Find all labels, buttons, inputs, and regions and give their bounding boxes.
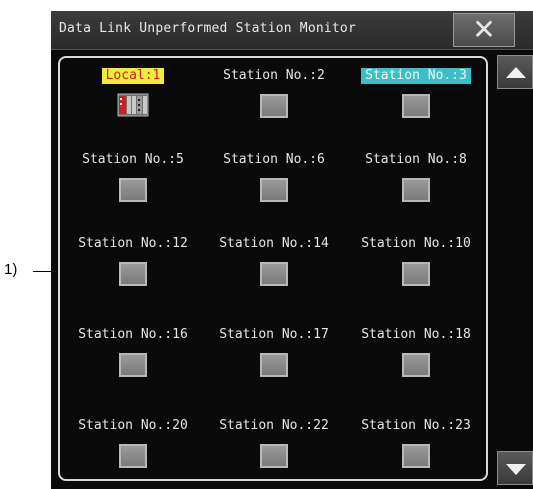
station-cell-20[interactable]: Station No.:20 bbox=[63, 414, 203, 468]
station-label: Station No.:2 bbox=[223, 68, 325, 83]
station-label: Station No.:6 bbox=[223, 152, 325, 167]
station-icon bbox=[260, 353, 288, 377]
station-icon bbox=[260, 262, 288, 286]
station-cell-3[interactable]: Station No.:3 bbox=[346, 64, 486, 118]
station-icon bbox=[260, 94, 288, 118]
station-label: Station No.:17 bbox=[219, 327, 329, 342]
station-cell-14[interactable]: Station No.:14 bbox=[204, 232, 344, 286]
station-label: Station No.:20 bbox=[78, 418, 188, 433]
station-label: Station No.:12 bbox=[78, 236, 188, 251]
station-icon bbox=[119, 353, 147, 377]
station-cell-6[interactable]: Station No.:6 bbox=[204, 148, 344, 202]
title-bar: Data Link Unperformed Station Monitor ✕ bbox=[51, 11, 533, 50]
station-label: Station No.:22 bbox=[219, 418, 329, 433]
station-cell-5[interactable]: Station No.:5 bbox=[63, 148, 203, 202]
station-label: Station No.:23 bbox=[361, 418, 471, 433]
station-cell-local-1[interactable]: Local:1 bbox=[63, 64, 203, 118]
station-icon bbox=[402, 353, 430, 377]
station-icon bbox=[119, 262, 147, 286]
plc-module-icon bbox=[117, 92, 149, 118]
station-icon bbox=[260, 444, 288, 468]
station-label: Station No.:8 bbox=[365, 152, 467, 167]
close-button[interactable]: ✕ bbox=[453, 13, 515, 47]
station-cell-22[interactable]: Station No.:22 bbox=[204, 414, 344, 468]
station-label: Station No.:16 bbox=[78, 327, 188, 342]
station-icon bbox=[402, 262, 430, 286]
station-icon bbox=[119, 444, 147, 468]
window-title: Data Link Unperformed Station Monitor bbox=[59, 21, 356, 36]
station-icon bbox=[402, 94, 430, 118]
station-cell-12[interactable]: Station No.:12 bbox=[63, 232, 203, 286]
station-grid-panel: Local:1 Station No.:2 Station No.:3 Stat… bbox=[58, 56, 488, 481]
station-cell-18[interactable]: Station No.:18 bbox=[346, 323, 486, 377]
station-icon bbox=[402, 444, 430, 468]
station-label: Station No.:18 bbox=[361, 327, 471, 342]
close-icon: ✕ bbox=[472, 13, 496, 46]
station-cell-16[interactable]: Station No.:16 bbox=[63, 323, 203, 377]
station-icon bbox=[260, 178, 288, 202]
station-icon bbox=[119, 178, 147, 202]
station-cell-2[interactable]: Station No.:2 bbox=[204, 64, 344, 118]
station-cell-8[interactable]: Station No.:8 bbox=[346, 148, 486, 202]
station-icon bbox=[402, 178, 430, 202]
scroll-up-button[interactable] bbox=[497, 55, 533, 89]
station-label: Local:1 bbox=[101, 68, 165, 84]
station-cell-17[interactable]: Station No.:17 bbox=[204, 323, 344, 377]
station-cell-10[interactable]: Station No.:10 bbox=[346, 232, 486, 286]
callout-label: 1) bbox=[4, 261, 18, 278]
station-cell-23[interactable]: Station No.:23 bbox=[346, 414, 486, 468]
station-label: Station No.:3 bbox=[361, 68, 471, 84]
scroll-down-button[interactable] bbox=[497, 451, 533, 485]
scroll-down-icon bbox=[506, 464, 526, 475]
scroll-up-icon bbox=[506, 67, 526, 78]
station-label: Station No.:5 bbox=[82, 152, 184, 167]
monitor-window: Data Link Unperformed Station Monitor ✕ … bbox=[51, 11, 533, 489]
station-label: Station No.:14 bbox=[219, 236, 329, 251]
station-label: Station No.:10 bbox=[361, 236, 471, 251]
